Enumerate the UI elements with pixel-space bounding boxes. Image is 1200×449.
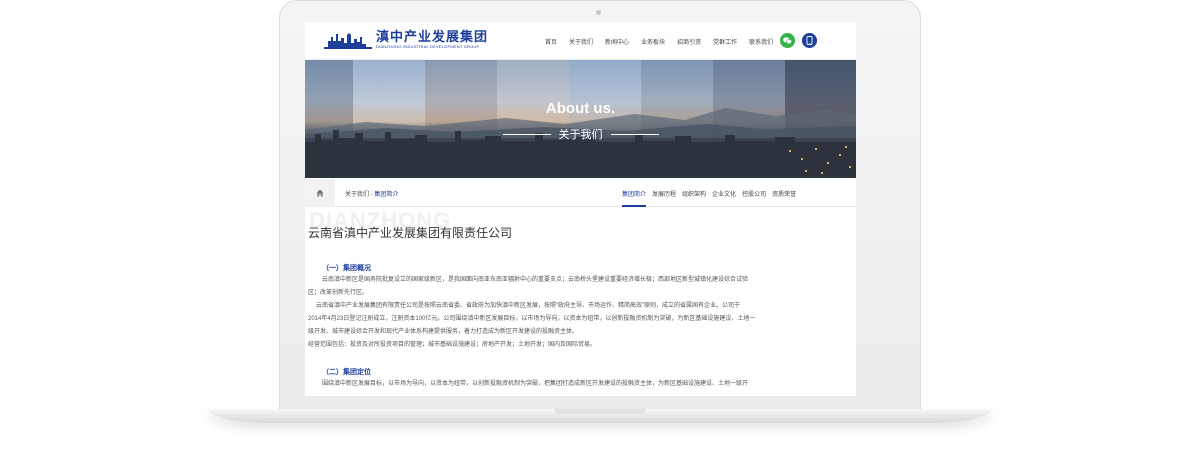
site-logo[interactable]: 滇中产业发展集团 DIANZHONG INDUSTRIAL DEVELOPMEN… [324, 30, 488, 50]
subnav-item-subsidiaries[interactable]: 控股公司 [742, 189, 766, 198]
paragraph-line: 区；改革创新先行区。 [308, 290, 369, 296]
paragraph-line: 云南滇中新区是国务院批复设立的国家级新区，是我国面向南亚东南亚辐射中心的重要支点… [322, 277, 749, 283]
paragraph-line: 2014年4月23日登记注册成立，注册资本100亿元。公司围绕滇中新区发展目标，… [308, 316, 756, 322]
logo-chinese-name: 滇中产业发展集团 [376, 29, 489, 44]
paragraph-line: 云南省滇中产业发展集团有限责任公司是按照云南省委、省政府为加快滇中新区发展，按照… [316, 303, 740, 309]
laptop-base [208, 409, 992, 423]
paragraph-line: 经营范围包括：投资及对所投资项目的管理；城市基础设施建设；房地产开发；土地开发；… [308, 342, 597, 348]
site-header: 滇中产业发展集团 DIANZHONG INDUSTRIAL DEVELOPMEN… [305, 22, 856, 60]
banner-divider-left [502, 133, 551, 135]
nav-item-party[interactable]: 党群工作 [713, 37, 737, 46]
subnav-item-culture[interactable]: 企业文化 [712, 189, 736, 198]
breadcrumb: 关于我们 · 集团简介 [345, 189, 398, 198]
about-banner: About us. 关于我们 [305, 60, 856, 178]
website-screen: 滇中产业发展集团 DIANZHONG INDUSTRIAL DEVELOPMEN… [305, 22, 856, 396]
home-icon [316, 189, 324, 197]
nav-item-contact[interactable]: 联系我们 [749, 37, 773, 46]
nav-item-business[interactable]: 业务板块 [641, 37, 665, 46]
company-title: 云南省滇中产业发展集团有限责任公司 [308, 226, 513, 240]
nav-item-news[interactable]: 新闻中心 [605, 37, 629, 46]
paragraph-line: 围绕滇中新区发展目标，以市场为导向，以资本为纽带，以创新投融资机制为突破，把集团… [322, 381, 749, 387]
breadcrumb-current: 集团简介 [374, 192, 399, 198]
section-heading-overview: （一）集团概况 [322, 265, 371, 272]
breadcrumb-bar: 关于我们 · 集团简介 集团简介 发展历程 组织架构 企业文化 控股公司 资质荣… [305, 179, 856, 207]
skyline-logo-icon [324, 33, 372, 49]
paragraph-line: 级开发、城市建设综合开发和现代产业体系构建提供服务，着力打造成为新区开发建设的投… [308, 329, 579, 335]
nav-item-about[interactable]: 关于我们 [569, 37, 593, 46]
home-button[interactable] [305, 179, 335, 207]
main-nav: 首页 关于我们 新闻中心 业务板块 招商引资 党群工作 联系我们 [545, 37, 785, 46]
subnav-item-history[interactable]: 发展历程 [652, 189, 676, 198]
subnav-item-profile[interactable]: 集团简介 [622, 189, 647, 207]
nav-item-investment[interactable]: 招商引资 [677, 37, 701, 46]
subnav-item-organization[interactable]: 组织架构 [682, 189, 706, 198]
banner-divider-right [610, 133, 659, 135]
breadcrumb-parent[interactable]: 关于我们 [345, 192, 369, 198]
banner-title-chinese: 关于我们 [558, 129, 603, 141]
mobile-phone-icon[interactable] [802, 33, 817, 48]
banner-subtitle-row: 关于我们 [305, 126, 856, 142]
section-subnav: 集团简介 发展历程 组织架构 企业文化 控股公司 资质荣誉 [622, 189, 802, 207]
subnav-item-honors[interactable]: 资质荣誉 [772, 189, 796, 198]
webcam-dot [596, 10, 601, 15]
laptop-notch [554, 409, 646, 414]
section-heading-positioning: （二）集团定位 [322, 369, 371, 376]
logo-english-name: DIANZHONG INDUSTRIAL DEVELOPMENT GROUP [376, 44, 480, 49]
wechat-icon[interactable] [780, 33, 795, 48]
banner-title-english: About us. [545, 100, 616, 117]
nav-item-home[interactable]: 首页 [545, 37, 557, 46]
